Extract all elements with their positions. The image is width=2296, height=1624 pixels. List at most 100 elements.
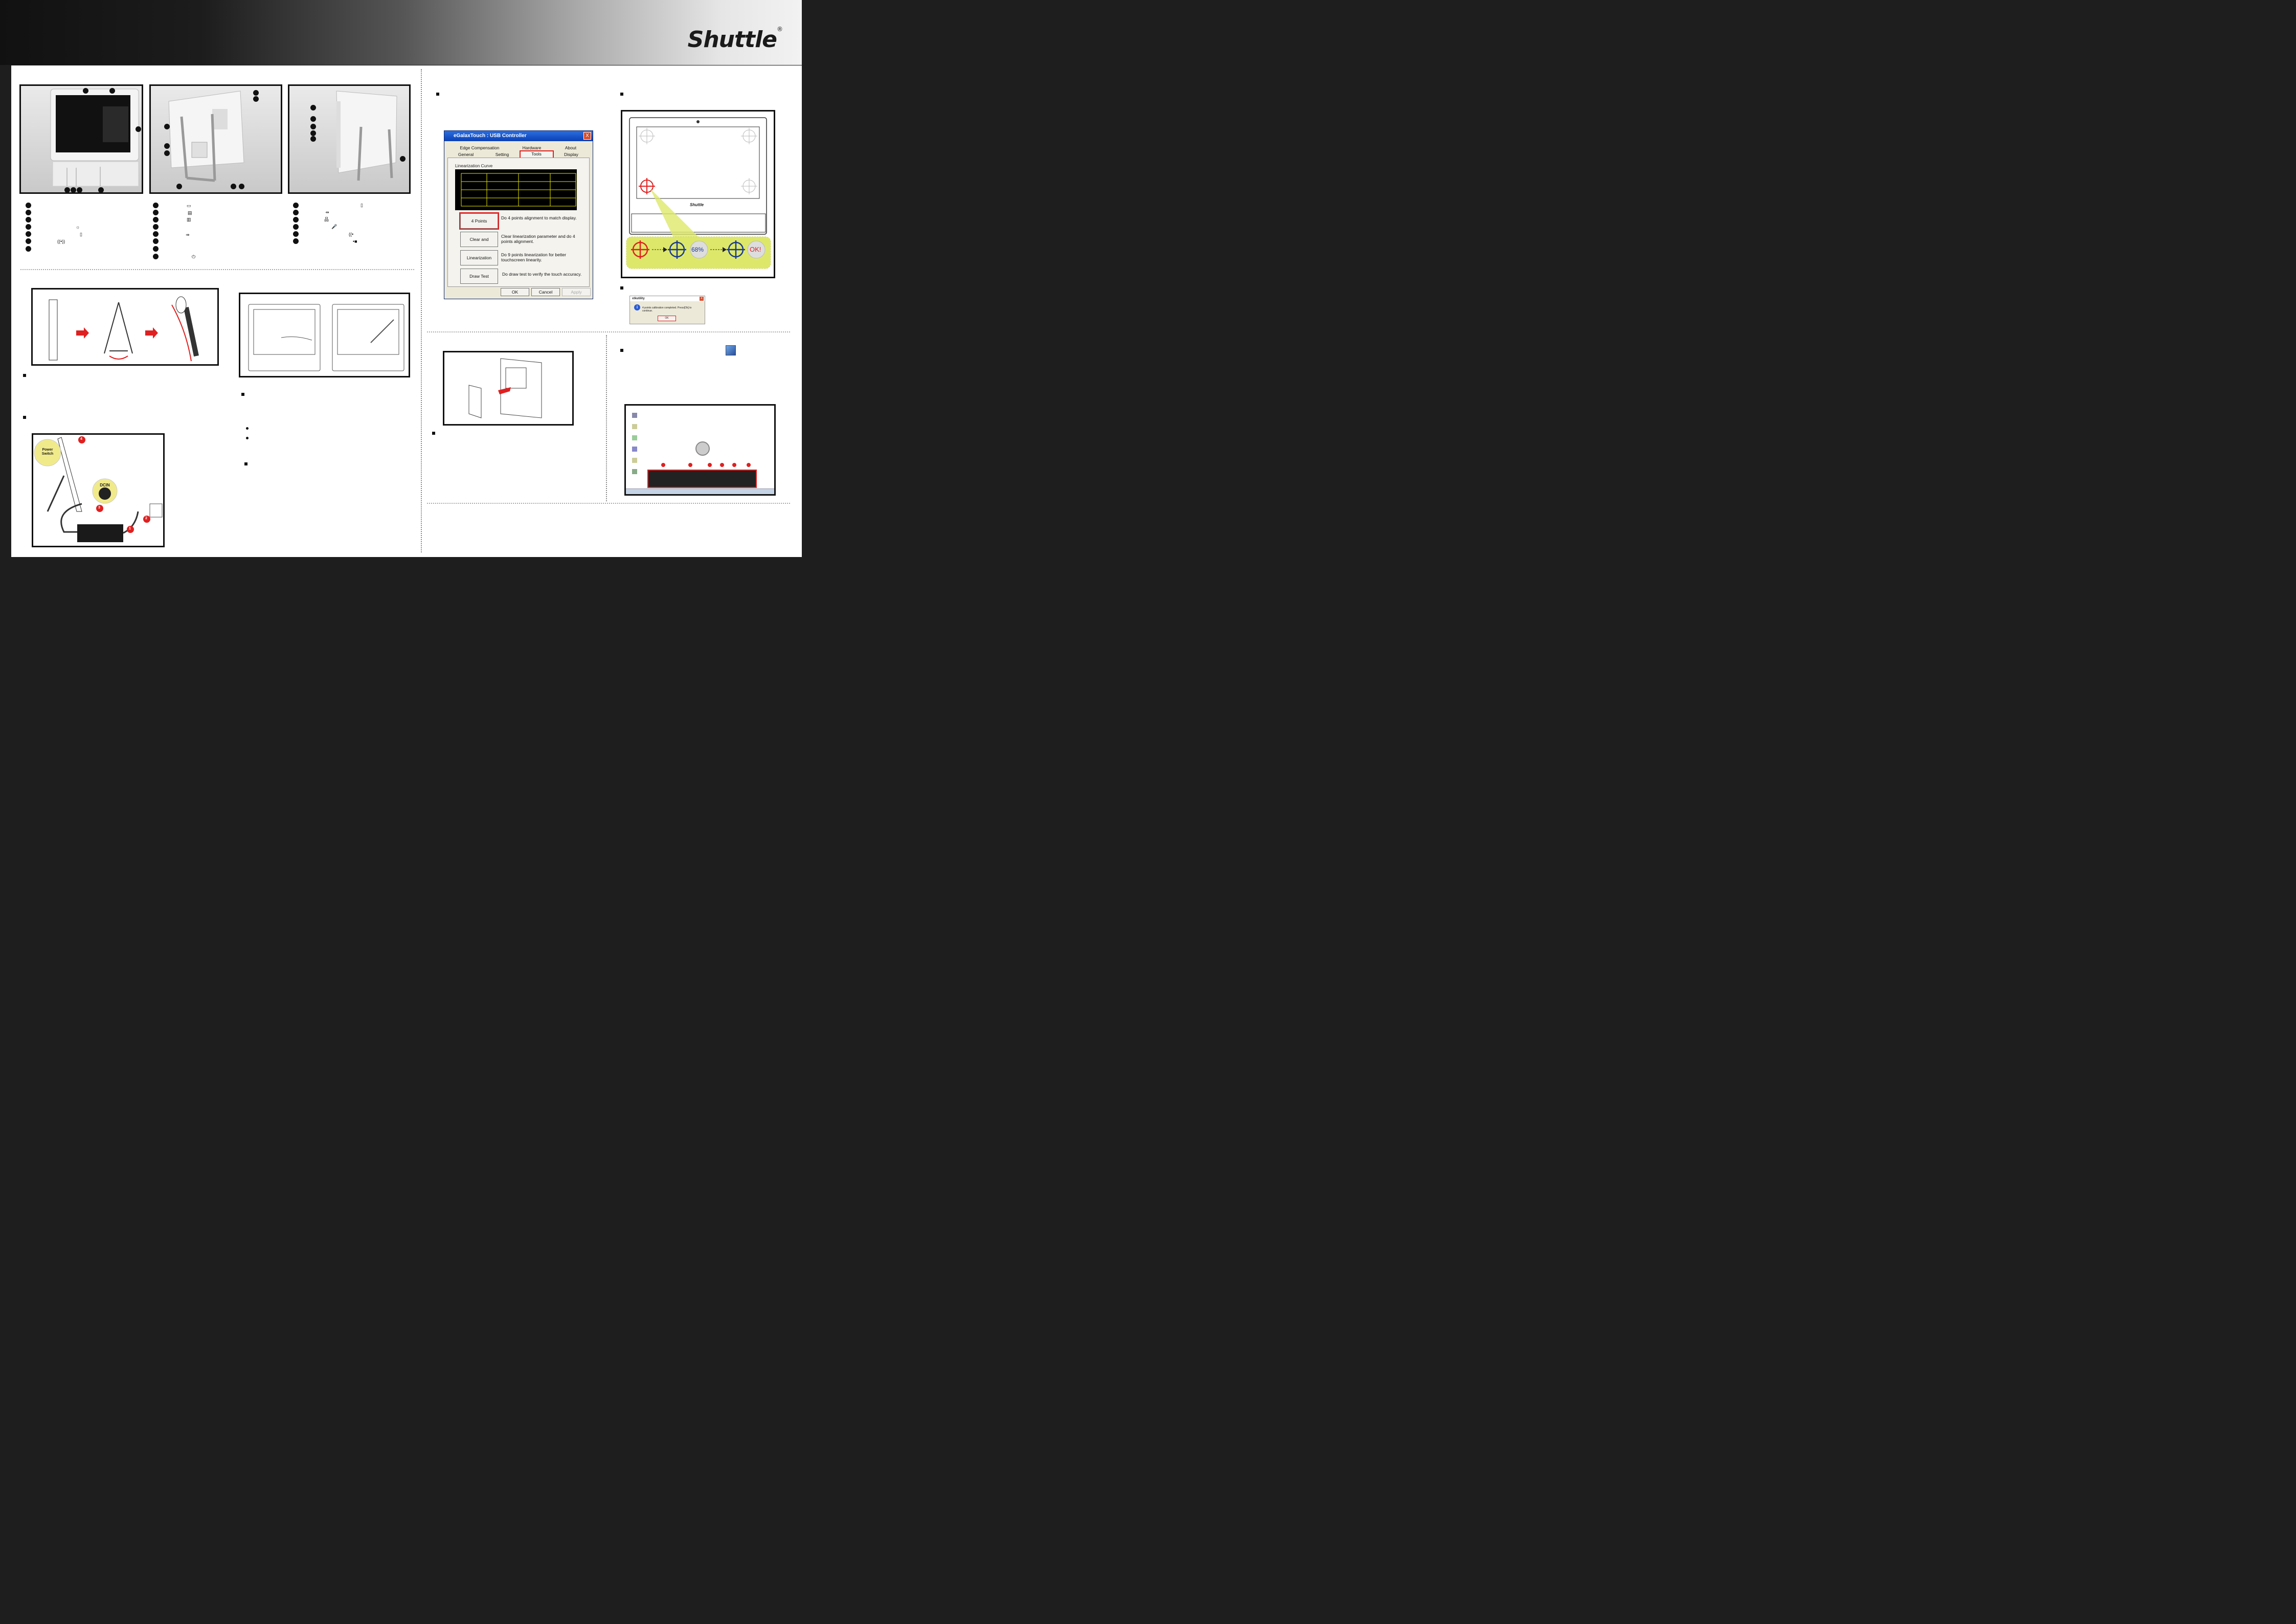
- callout-marker: [136, 126, 141, 132]
- stand-adjust-figure: [31, 288, 219, 366]
- section-marker: [23, 416, 26, 419]
- rear-view-photo: [149, 84, 282, 194]
- monitor-brand: Shuttle: [690, 203, 704, 207]
- tab-general[interactable]: General: [449, 151, 482, 158]
- lan-icon: 品: [324, 217, 329, 222]
- dcin-label: DCIN: [100, 483, 110, 487]
- horizontal-divider-bottom: [427, 503, 790, 504]
- webcam-icon: [695, 441, 710, 456]
- msgbox-message: 4 points calibration completed. Press[Ok…: [642, 306, 692, 313]
- desktop-screenshot-figure: [624, 404, 776, 496]
- callout-marker: [231, 184, 236, 189]
- power-icon: ⏻: [192, 254, 196, 259]
- linearization-button[interactable]: Linearization: [460, 250, 498, 265]
- front-view-photo: [19, 84, 143, 194]
- wireless-icon: ((•)): [57, 239, 65, 244]
- xtkutility-msgbox: xtkutility X i 4 points calibration comp…: [629, 296, 705, 324]
- front-view-illustration: [50, 88, 139, 187]
- section-marker: [436, 93, 439, 96]
- cancel-button[interactable]: Cancel: [531, 288, 560, 296]
- callout-marker: [164, 143, 170, 149]
- callout-marker: [400, 156, 406, 162]
- draw-test-desc: Do draw test to verify the touch accurac…: [502, 272, 582, 277]
- callout-marker: [310, 105, 316, 110]
- callout-marker: [732, 463, 736, 467]
- section-marker: [241, 393, 244, 396]
- msgbox-close-button[interactable]: X: [700, 297, 704, 301]
- calibration-progress: 68%: [691, 246, 704, 253]
- callout-marker: [661, 463, 665, 467]
- side-view-illustration: [336, 91, 397, 181]
- section-marker: [23, 374, 26, 377]
- footer-band: [0, 557, 802, 567]
- hdd-icon: ▯: [80, 232, 82, 237]
- draw-test-button[interactable]: Draw Test: [460, 269, 498, 284]
- ok-button[interactable]: OK: [501, 288, 529, 296]
- callout-marker: [109, 88, 115, 94]
- callout-marker: [708, 463, 712, 467]
- callout-marker: [98, 187, 104, 192]
- callout-marker: [71, 187, 76, 192]
- four-points-desc: Do 4 points alignment to match display.: [501, 215, 577, 220]
- apply-button[interactable]: Apply: [562, 288, 591, 296]
- utility-shortcut-icon: [726, 345, 736, 355]
- callout-marker: [253, 96, 259, 102]
- printer-port-icon: ▤: [188, 210, 192, 215]
- msgbox-ok-button[interactable]: OK: [658, 316, 676, 321]
- usb-icon: ⇸: [186, 232, 190, 237]
- stand-adjust-illustration: [49, 296, 199, 362]
- vertical-divider-right: [606, 335, 607, 501]
- tab-about[interactable]: About: [553, 145, 589, 151]
- taskbar: [626, 488, 774, 494]
- callout-marker: [83, 88, 88, 94]
- side-view-photo: [288, 84, 411, 194]
- step-1: 1: [129, 527, 131, 530]
- info-icon: i: [634, 304, 640, 310]
- usb-icon: ⇸: [325, 210, 329, 215]
- msgbox-title: xtkutility: [630, 296, 705, 301]
- section-marker: [620, 286, 623, 290]
- linearization-curve-label: Linearization Curve: [455, 163, 493, 168]
- calibration-highlight: [459, 212, 499, 230]
- registered-mark: ®: [777, 26, 783, 33]
- audio-out-icon: ((•: [349, 232, 354, 237]
- calibration-monitor-figure: Shuttle 68% OK!: [621, 110, 775, 278]
- callout-marker: [176, 184, 182, 189]
- tab-display[interactable]: Display: [555, 151, 588, 158]
- tab-edge-compensation[interactable]: Edge Compensation: [449, 145, 510, 151]
- dc-in-icon: •■: [353, 239, 357, 244]
- step-4: 4: [80, 437, 82, 441]
- vesa-mount-figure: [443, 351, 574, 426]
- dialog-titlebar: eGalaxTouch : USB Controller: [444, 131, 593, 141]
- section-marker: [244, 462, 247, 465]
- tools-panel: Linearization Curve 4 Points Calibration…: [447, 158, 590, 287]
- callout-marker: [310, 130, 316, 136]
- callout-marker: [688, 463, 692, 467]
- touch-input-figure: [239, 293, 410, 377]
- callout-marker: [164, 124, 170, 129]
- callout-marker: [64, 187, 70, 192]
- vesa-mount-illustration: [468, 358, 542, 418]
- clear-and-calibrate-button[interactable]: Clear and Calibrate: [460, 232, 498, 256]
- shuttle-logo: Shuttle®: [688, 26, 783, 53]
- section-marker: [432, 432, 435, 435]
- callout-marker: [310, 124, 316, 129]
- step-3: 3: [98, 506, 100, 509]
- egalaxtouch-dialog: eGalaxTouch : USB Controller X Edge Comp…: [444, 130, 593, 299]
- clear-calibrate-desc: Clear linearization parameter and do 4 p…: [501, 234, 575, 244]
- callout-marker: [253, 90, 259, 96]
- calibration-ok: OK!: [750, 246, 761, 253]
- microphone-icon: 🎤: [331, 224, 337, 229]
- callout-marker: [747, 463, 751, 467]
- callout-marker: [164, 150, 170, 156]
- callout-marker: [310, 136, 316, 142]
- linearization-graph: [455, 169, 577, 210]
- touch-input-illustration: [248, 304, 404, 371]
- com-port-icon: ▥: [187, 217, 191, 222]
- tab-setting[interactable]: Setting: [485, 151, 519, 158]
- callout-marker: [310, 116, 316, 122]
- close-button[interactable]: X: [583, 132, 591, 140]
- brightness-icon: ☼: [76, 225, 80, 230]
- list-bullet: [246, 437, 249, 439]
- display-port-icon: ▭: [187, 203, 191, 208]
